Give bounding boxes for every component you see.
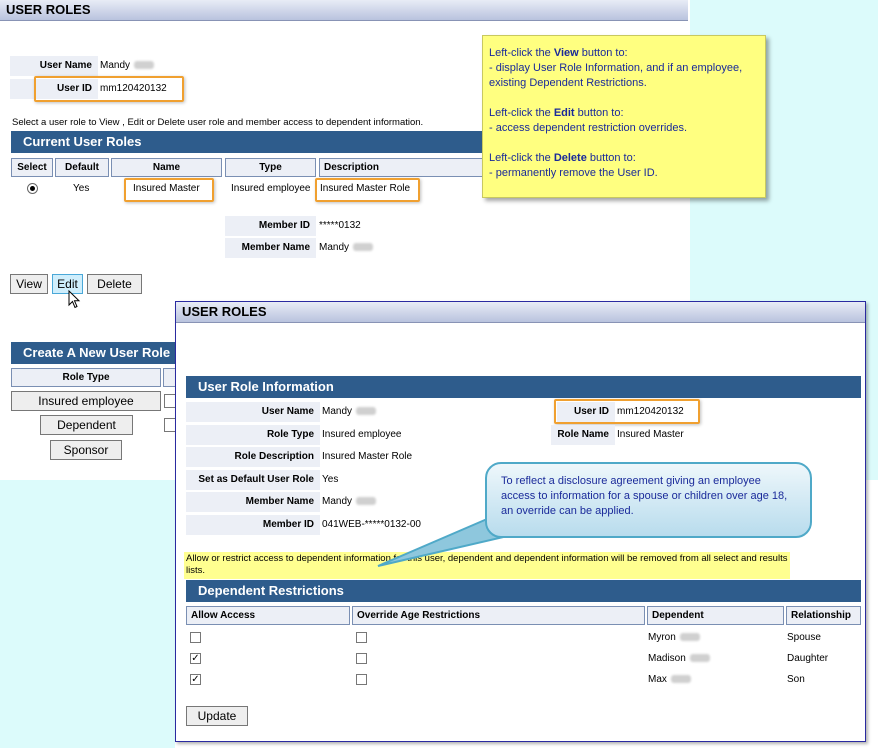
note-bold-view: View: [553, 47, 579, 59]
col-description: Description: [319, 158, 487, 177]
instruction-text: Select a user role to View , Edit or Del…: [12, 117, 424, 128]
note-line-3: Left-click the Edit button to:: [489, 106, 759, 121]
note-bold-delete: Delete: [553, 152, 587, 164]
p2-member-name-text: Mandy: [322, 496, 353, 507]
member-name-value: Mandy: [319, 238, 374, 258]
dependent-relationship: Daughter: [787, 653, 829, 664]
redacted-text: [689, 654, 710, 663]
dependent-name: Madison: [648, 653, 710, 664]
redacted-text: [134, 61, 155, 70]
col-select: Select: [11, 158, 53, 177]
user-name-text: Mandy: [100, 60, 131, 71]
delete-button[interactable]: Delete: [87, 274, 142, 294]
col-name: Name: [111, 158, 222, 177]
check-icon: ✓: [191, 674, 200, 685]
allow-access-checkbox[interactable]: ✓: [190, 653, 201, 664]
dependent-relationship: Son: [787, 674, 805, 685]
view-edit-delete-note: Left-click the View button to: - display…: [482, 35, 766, 198]
dependent-name: Myron: [648, 632, 700, 643]
member-id-label: Member ID: [225, 216, 316, 236]
note-line-2: - display User Role Information, and if …: [489, 62, 743, 89]
allow-access-checkbox[interactable]: [190, 632, 201, 643]
p2-member-name-label: Member Name: [186, 492, 320, 512]
note-text: Left-click the: [489, 152, 554, 164]
p2-role-name-label: Role Name: [551, 425, 615, 445]
allow-access-checkbox[interactable]: ✓: [190, 674, 201, 685]
note-text: Left-click the: [489, 47, 554, 59]
redacted-text: [670, 675, 691, 684]
row-type: Insured employee: [231, 183, 311, 194]
dependent-name-text: Myron: [648, 632, 676, 643]
p2-user-name-label: User Name: [186, 402, 320, 422]
override-callout: To reflect a disclosure agreement giving…: [485, 462, 812, 538]
col-type: Type: [225, 158, 316, 177]
col-relationship: Relationship: [786, 606, 861, 625]
dependent-button[interactable]: Dependent: [40, 415, 133, 435]
note-spacer: [489, 136, 759, 151]
p2-role-type-label: Role Type: [186, 425, 320, 445]
col-role-type: Role Type: [11, 368, 161, 387]
p2-user-name-value: Mandy: [322, 402, 377, 422]
user-name-label: User Name: [10, 56, 98, 76]
view-button[interactable]: View: [10, 274, 48, 294]
dependent-restrictions-header: Dependent Restrictions: [186, 580, 861, 602]
check-icon: ✓: [191, 653, 200, 664]
page2-title-bar: USER ROLES: [176, 302, 865, 323]
redacted-text: [353, 243, 374, 252]
p2-member-name-value: Mandy: [322, 492, 377, 512]
member-name-label: Member Name: [225, 238, 316, 258]
dependent-name-text: Max: [648, 674, 667, 685]
p2-member-id-label: Member ID: [186, 515, 320, 535]
note-line-6: - permanently remove the User ID.: [489, 167, 658, 179]
background-panel-lower: [0, 480, 175, 748]
page2-title: USER ROLES: [182, 304, 267, 319]
p2-role-desc-label: Role Description: [186, 447, 320, 467]
note-text: button to:: [578, 47, 628, 59]
redacted-text: [356, 407, 377, 416]
note-text: Left-click the: [489, 107, 554, 119]
sponsor-button[interactable]: Sponsor: [50, 440, 122, 460]
user-name-value: Mandy: [100, 56, 155, 76]
col-dependent: Dependent: [647, 606, 784, 625]
p2-role-type-value: Insured employee: [322, 429, 402, 440]
col-default: Default: [55, 158, 109, 177]
override-age-checkbox[interactable]: [356, 632, 367, 643]
col-override-age: Override Age Restrictions: [352, 606, 645, 625]
note-text: button to:: [574, 107, 624, 119]
create-role-header: Create A New User Role: [11, 342, 181, 364]
redacted-text: [679, 633, 700, 642]
role-select-radio[interactable]: [27, 183, 38, 194]
name-highlight: [124, 178, 214, 202]
col-allow-access: Allow Access: [186, 606, 350, 625]
member-name-text: Mandy: [319, 242, 350, 253]
note-bold-edit: Edit: [553, 107, 575, 119]
note-line-4: - access dependent restriction overrides…: [489, 122, 688, 134]
p2-user-id-highlight: [554, 399, 700, 424]
member-id-value: *****0132: [319, 220, 361, 231]
note-line-5: Left-click the Delete button to:: [489, 151, 759, 166]
dependent-name: Max: [648, 674, 691, 685]
page-title-bar: USER ROLES: [0, 0, 688, 21]
user-id-highlight: [34, 76, 184, 102]
insured-employee-button[interactable]: Insured employee: [11, 391, 161, 411]
override-age-checkbox[interactable]: [356, 674, 367, 685]
p2-role-desc-value: Insured Master Role: [322, 451, 413, 462]
mouse-pointer-icon: [68, 290, 81, 309]
page-title: USER ROLES: [6, 2, 91, 17]
override-age-checkbox[interactable]: [356, 653, 367, 664]
note-line-1: Left-click the View button to:: [489, 46, 759, 61]
p2-default-value: Yes: [322, 474, 339, 485]
row-default: Yes: [73, 183, 90, 194]
update-button[interactable]: Update: [186, 706, 248, 726]
description-highlight: [315, 178, 420, 202]
p2-user-name-text: Mandy: [322, 406, 353, 417]
dependent-relationship: Spouse: [787, 632, 821, 643]
note-text: button to:: [586, 152, 636, 164]
p2-role-name-value: Insured Master: [617, 429, 684, 440]
user-role-info-header: User Role Information: [186, 376, 861, 398]
p2-default-label: Set as Default User Role: [186, 470, 320, 490]
note-spacer: [489, 91, 759, 106]
dependent-name-text: Madison: [648, 653, 686, 664]
